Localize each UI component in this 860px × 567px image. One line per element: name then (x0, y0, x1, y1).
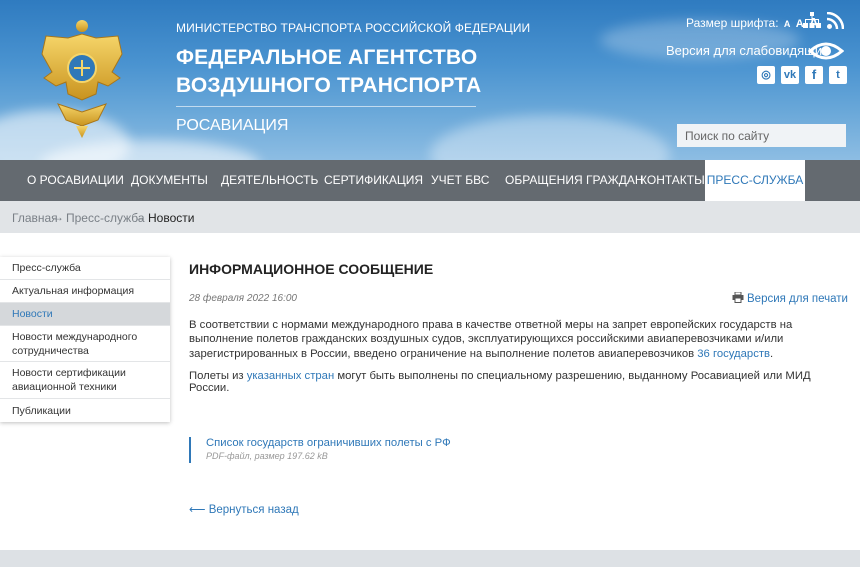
article-paragraph-1: В соответствии с нормами международного … (189, 318, 839, 361)
nav-item-citizen-appeals[interactable]: ОБРАЩЕНИЯ ГРАЖДАН (505, 160, 644, 201)
header-banner: МИНИСТЕРСТВО ТРАНСПОРТА РОССИЙСКОЙ ФЕДЕР… (0, 0, 860, 160)
sidebar-item-news[interactable]: Новости (0, 303, 170, 326)
nav-item-press-service[interactable]: ПРЕСС-СЛУЖБА (705, 160, 805, 201)
page-title: ИНФОРМАЦИОННОЕ СООБЩЕНИЕ (189, 261, 434, 277)
back-link[interactable]: ⟵ Вернуться назад (189, 502, 299, 516)
search-input[interactable] (677, 124, 846, 147)
sidebar-item-international-news[interactable]: Новости международного сотрудничества (0, 326, 170, 362)
breadcrumb-current: Новости (148, 211, 195, 225)
nav-item-activity[interactable]: ДЕЯТЕЛЬНОСТЬ (221, 160, 318, 201)
file-meta: PDF-файл, размер 197.62 kB (206, 451, 328, 461)
breadcrumb-press-service[interactable]: Пресс-служба (66, 211, 145, 225)
main-nav: О РОСАВИАЦИИ ДОКУМЕНТЫ ДЕЯТЕЛЬНОСТЬ СЕРТ… (0, 160, 860, 201)
article-date: 28 февраля 2022 16:00 (189, 293, 297, 304)
sidebar-item-publications[interactable]: Публикации (0, 399, 170, 422)
paragraph-1-end: . (770, 347, 774, 360)
header-divider (176, 106, 476, 107)
sidebar-item-press-service[interactable]: Пресс-служба (0, 257, 170, 280)
facebook-icon[interactable]: f (805, 66, 823, 84)
font-size-control: Размер шрифта: A A A (686, 15, 818, 30)
rosaviation-emblem-icon[interactable] (38, 16, 126, 140)
file-download-link[interactable]: Список государств ограничивших полеты с … (206, 437, 451, 450)
nav-item-drone-registry[interactable]: УЧЕТ БВС (431, 160, 489, 201)
sidebar: Пресс-служба Актуальная информация Новос… (0, 257, 170, 422)
sitemap-icon[interactable] (803, 12, 821, 28)
instagram-icon[interactable]: ◎ (757, 66, 775, 84)
nav-item-certification[interactable]: СЕРТИФИКАЦИЯ (324, 160, 423, 201)
breadcrumb-separator: → (52, 210, 64, 224)
print-version-link[interactable]: Версия для печати (732, 291, 848, 305)
sidebar-item-current-info[interactable]: Актуальная информация (0, 280, 170, 303)
sidebar-item-certification-news[interactable]: Новости сертификации авиационной техники (0, 362, 170, 399)
ministry-name: МИНИСТЕРСТВО ТРАНСПОРТА РОССИЙСКОЙ ФЕДЕР… (176, 21, 531, 35)
agency-name-line-2: ВОЗДУШНОГО ТРАНСПОРТА (176, 74, 482, 97)
back-arrow-icon: ⟵ (189, 504, 206, 516)
nav-item-contacts[interactable]: КОНТАКТЫ (640, 160, 705, 201)
eye-icon[interactable] (808, 40, 844, 62)
breadcrumb-separator: → (134, 210, 146, 224)
printer-icon (732, 291, 744, 303)
agency-name-line-1: ФЕДЕРАЛЬНОЕ АГЕНТСТВО (176, 46, 478, 69)
cloud-decoration (430, 115, 670, 160)
paragraph-2-start: Полеты из (189, 370, 247, 382)
countries-36-link[interactable]: 36 государств (697, 348, 770, 360)
font-size-label: Размер шрифта: (686, 16, 779, 30)
agency-short-name: РОСАВИАЦИЯ (176, 117, 289, 134)
back-link-label: Вернуться назад (208, 504, 299, 516)
agency-name: ФЕДЕРАЛЬНОЕ АГЕНТСТВО ВОЗДУШНОГО ТРАНСПО… (176, 44, 481, 100)
nav-item-about[interactable]: О РОСАВИАЦИИ (27, 160, 124, 201)
breadcrumb: Главная → Пресс-служба → Новости (0, 201, 860, 233)
twitter-icon[interactable]: t (829, 66, 847, 84)
font-size-small-button[interactable]: A (784, 19, 791, 29)
article-paragraph-2: Полеты из указанных стран могут быть вып… (189, 370, 839, 394)
specified-countries-link[interactable]: указанных стран (247, 370, 334, 382)
breadcrumb-home[interactable]: Главная (12, 211, 58, 225)
attached-file: Список государств ограничивших полеты с … (189, 437, 451, 463)
print-version-label: Версия для печати (747, 293, 848, 305)
rss-icon[interactable] (827, 12, 844, 29)
nav-item-documents[interactable]: ДОКУМЕНТЫ (131, 160, 208, 201)
footer-strip (0, 550, 860, 567)
vk-icon[interactable]: vk (781, 66, 799, 84)
blind-version-link[interactable]: Версия для слабовидящих (666, 43, 829, 58)
